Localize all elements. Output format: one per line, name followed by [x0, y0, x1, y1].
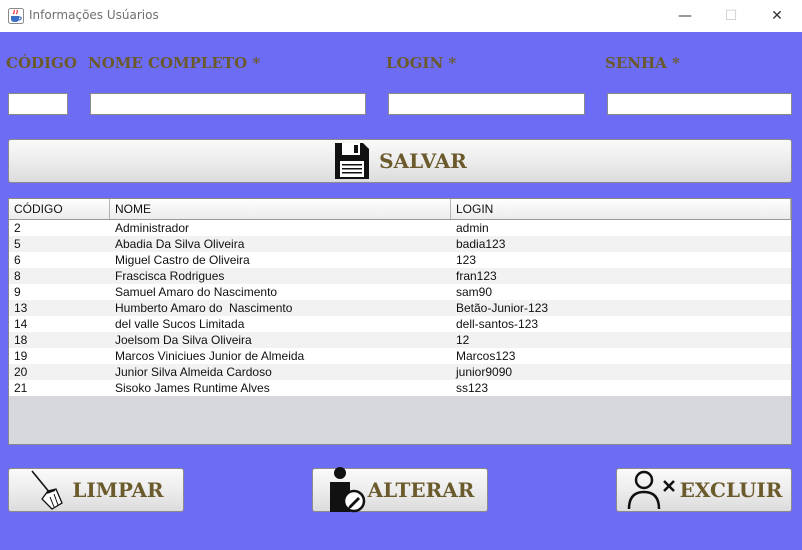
- column-header-nome[interactable]: NOME: [110, 199, 451, 219]
- cell-nome: del valle Sucos Limitada: [115, 317, 245, 331]
- cell-login: Betão-Junior-123: [456, 301, 549, 315]
- table-row[interactable]: 19 Marcos Viniciues Junior de Almeida Marc…: [9, 348, 791, 364]
- salvar-label: SALVAR: [379, 149, 467, 173]
- form-panel: CÓDIGO NOME COMPLETO * LOGIN * SENHA * S…: [0, 32, 802, 550]
- table-header: CÓDIGO NOME LOGIN: [9, 199, 791, 220]
- cell-login: junior9090: [456, 365, 513, 379]
- nome-completo-label: NOME COMPLETO *: [88, 54, 261, 72]
- table-row[interactable]: 9 Samuel Amaro do Nascimento sam90: [9, 284, 791, 300]
- table-row[interactable]: 2 Administrador admin: [9, 220, 791, 236]
- codigo-field[interactable]: [8, 93, 68, 115]
- cell-nome: Abadia Da Silva Oliveira: [115, 237, 245, 251]
- cell-codigo: 2: [14, 221, 21, 235]
- cell-nome: Junior Silva Almeida Cardoso: [115, 365, 272, 379]
- limpar-label: LIMPAR: [72, 478, 164, 502]
- alterar-label: ALTERAR: [367, 478, 475, 502]
- table-row[interactable]: 13 Humberto Amaro do Nascimento Betão-Juni…: [9, 300, 791, 316]
- user-remove-icon: [627, 470, 675, 510]
- cell-codigo: 8: [14, 269, 21, 283]
- table-row[interactable]: 6 Miguel Castro de Oliveira 123: [9, 252, 791, 268]
- minimize-icon: —: [678, 8, 692, 24]
- cell-codigo: 9: [14, 285, 21, 299]
- cell-login: 12: [456, 333, 470, 347]
- cell-nome: Joelsom Da Silva Oliveira: [115, 333, 252, 347]
- maximize-button[interactable]: ☐: [708, 0, 754, 32]
- senha-label: SENHA *: [605, 54, 680, 72]
- close-button[interactable]: ✕: [754, 0, 800, 32]
- cell-login: Marcos123: [456, 349, 516, 363]
- cell-nome: Samuel Amaro do Nascimento: [115, 285, 278, 299]
- cell-login: 123: [456, 253, 477, 267]
- cell-login: badia123: [456, 237, 506, 251]
- user-edit-icon: [329, 467, 365, 513]
- nome-completo-field[interactable]: [90, 93, 366, 115]
- table-body: 2 Administrador admin 5 Abadia Da Silva Oliv…: [9, 220, 791, 396]
- cell-login: dell-santos-123: [456, 317, 539, 331]
- table-row[interactable]: 5 Abadia Da Silva Oliveira badia123: [9, 236, 791, 252]
- codigo-label: CÓDIGO: [6, 54, 77, 72]
- title-bar: Informações Usúarios — ☐ ✕: [0, 0, 802, 32]
- cell-nome: Marcos Viniciues Junior de Almeida: [115, 349, 305, 363]
- java-cup-icon: [8, 8, 24, 24]
- table-row[interactable]: 20 Junior Silva Almeida Cardoso junior9090: [9, 364, 791, 380]
- table-row[interactable]: 14 del valle Sucos Limitada dell-santos-12…: [9, 316, 791, 332]
- cell-login: fran123: [456, 269, 497, 283]
- cell-codigo: 5: [14, 237, 21, 251]
- minimize-button[interactable]: —: [662, 0, 708, 32]
- cell-codigo: 14: [14, 317, 28, 331]
- cell-nome: Frascisca Rodrigues: [115, 269, 225, 283]
- cell-login: ss123: [456, 381, 489, 395]
- cell-codigo: 21: [14, 381, 28, 395]
- column-header-login[interactable]: LOGIN: [451, 199, 791, 219]
- login-field[interactable]: [388, 93, 585, 115]
- cell-codigo: 20: [14, 365, 28, 379]
- table-row[interactable]: 8 Frascisca Rodrigues fran123: [9, 268, 791, 284]
- window-title: Informações Usúarios: [29, 8, 159, 22]
- cell-login: sam90: [456, 285, 493, 299]
- excluir-label: EXCLUIR: [679, 478, 783, 502]
- salvar-button[interactable]: SALVAR: [8, 139, 792, 183]
- close-icon: ✕: [771, 8, 783, 24]
- cell-nome: Sisoko James Runtime Alves: [115, 381, 270, 395]
- cell-nome: Administrador: [115, 221, 190, 235]
- cell-nome: Humberto Amaro do Nascimento: [115, 301, 293, 315]
- login-label: LOGIN *: [386, 54, 457, 72]
- users-table[interactable]: CÓDIGO NOME LOGIN 2 Administrador admin 5 Ab…: [8, 198, 792, 445]
- floppy-disk-icon: [335, 143, 370, 179]
- limpar-button[interactable]: LIMPAR: [8, 468, 184, 512]
- cell-login: admin: [456, 221, 489, 235]
- table-row[interactable]: 21 Sisoko James Runtime Alves ss123: [9, 380, 791, 396]
- cell-codigo: 18: [14, 333, 28, 347]
- cell-codigo: 6: [14, 253, 21, 267]
- table-row[interactable]: 18 Joelsom Da Silva Oliveira 12: [9, 332, 791, 348]
- alterar-button[interactable]: ALTERAR: [312, 467, 488, 513]
- cell-codigo: 13: [14, 301, 28, 315]
- maximize-icon: ☐: [724, 8, 738, 24]
- cell-nome: Miguel Castro de Oliveira: [115, 253, 250, 267]
- column-header-codigo[interactable]: CÓDIGO: [9, 199, 110, 219]
- cell-codigo: 19: [14, 349, 28, 363]
- senha-field[interactable]: [607, 93, 792, 115]
- broom-icon: [31, 470, 64, 510]
- excluir-button[interactable]: EXCLUIR: [616, 468, 792, 512]
